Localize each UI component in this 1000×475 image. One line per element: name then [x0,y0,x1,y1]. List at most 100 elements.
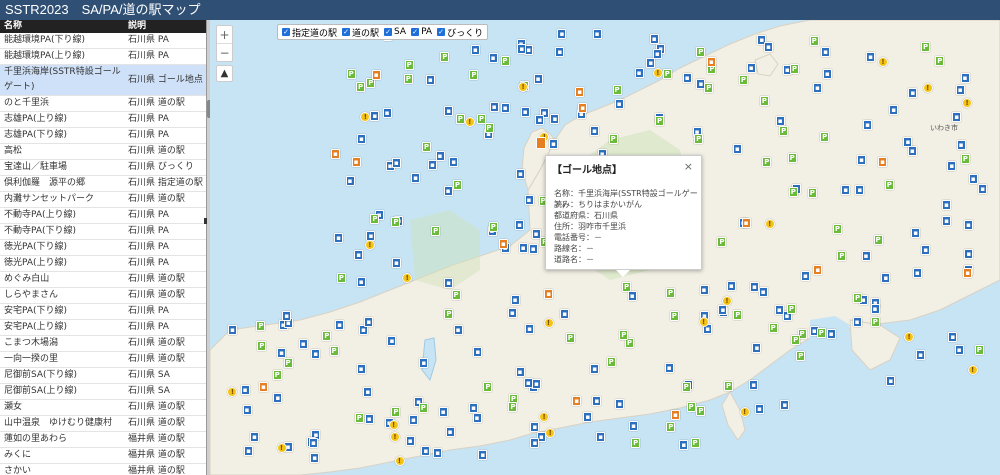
table-row[interactable]: 山中温泉 ゆけむり健康村 石川県 道の駅 [0,416,206,432]
michinoeki-marker-icon[interactable]: ▪ [592,396,602,407]
sa-pa-marker-icon[interactable]: P [619,329,629,340]
bikkuri-marker-icon[interactable]: ! [967,364,978,375]
sa-pa-marker-icon[interactable]: P [704,82,714,93]
michinoeki-marker-icon[interactable]: ▪ [746,63,756,74]
sa-pa-marker-icon[interactable]: P [336,273,346,284]
sa-pa-marker-icon[interactable]: P [322,330,332,341]
michinoeki-marker-icon[interactable]: ▪ [435,150,445,161]
shitei-marker-icon[interactable]: ▪ [258,382,268,393]
sa-pa-marker-icon[interactable]: P [791,334,801,345]
michinoeki-marker-icon[interactable]: ▪ [449,157,459,168]
michinoeki-marker-icon[interactable]: ▪ [391,158,401,169]
michinoeki-marker-icon[interactable]: ▪ [535,114,545,125]
sa-pa-marker-icon[interactable]: P [484,122,494,133]
michinoeki-marker-icon[interactable]: ▪ [364,414,374,425]
michinoeki-marker-icon[interactable]: ▪ [964,220,973,231]
goal-marker-icon[interactable] [536,137,546,149]
michinoeki-marker-icon[interactable]: ▪ [956,139,966,150]
sa-pa-marker-icon[interactable]: P [779,126,789,137]
michinoeki-marker-icon[interactable]: ▪ [520,106,530,117]
michinoeki-marker-icon[interactable]: ▪ [822,69,832,80]
sa-pa-marker-icon[interactable]: P [724,381,734,392]
michinoeki-marker-icon[interactable]: ▪ [912,268,922,279]
shitei-marker-icon[interactable]: ▪ [575,86,585,97]
sa-pa-marker-icon[interactable]: P [884,180,894,191]
zoom-out-button[interactable]: − [217,44,232,62]
michinoeki-marker-icon[interactable]: ▪ [370,111,380,122]
table-row[interactable]: 志雄PA(下り線) 石川県 PA [0,128,206,144]
shitei-marker-icon[interactable]: ▪ [544,288,554,299]
michinoeki-marker-icon[interactable]: ▪ [679,439,689,450]
michinoeki-marker-icon[interactable]: ▪ [425,75,435,85]
michinoeki-marker-icon[interactable]: ▪ [310,452,320,463]
michinoeki-marker-icon[interactable]: ▪ [282,311,292,322]
michinoeki-marker-icon[interactable]: ▪ [634,68,644,79]
michinoeki-marker-icon[interactable]: ▪ [345,175,355,186]
layer-toggle-bikkuri[interactable]: ✓ びっくり [437,26,483,39]
michinoeki-marker-icon[interactable]: ▪ [948,331,958,342]
column-header-name[interactable]: 名称 [0,20,124,33]
table-row[interactable]: 能越環境PA(下り線) 石川県 PA [0,33,206,49]
michinoeki-marker-icon[interactable]: ▪ [583,412,593,423]
michinoeki-marker-icon[interactable]: ▪ [530,422,540,433]
michinoeki-marker-icon[interactable]: ▪ [649,33,659,44]
michinoeki-marker-icon[interactable]: ▪ [444,106,454,117]
shitei-marker-icon[interactable]: ▪ [578,102,588,113]
sa-pa-marker-icon[interactable]: P [762,157,772,168]
michinoeki-marker-icon[interactable]: ▪ [524,195,534,206]
sa-pa-marker-icon[interactable]: P [655,115,665,126]
table-row[interactable]: こまつ木場潟 石川県 道の駅 [0,336,206,352]
michinoeki-marker-icon[interactable]: ▪ [244,445,254,456]
michinoeki-marker-icon[interactable]: ▪ [911,227,921,238]
michinoeki-marker-icon[interactable]: ▪ [750,281,759,292]
michinoeki-marker-icon[interactable]: ▪ [881,272,891,283]
table-row[interactable]: 尼御前SA(下り線) 石川県 SA [0,368,206,384]
shitei-marker-icon[interactable]: ▪ [878,156,888,167]
michinoeki-marker-icon[interactable]: ▪ [968,173,978,184]
bikkuri-marker-icon[interactable]: ! [877,56,888,67]
sa-pa-marker-icon[interactable]: P [451,289,461,300]
michinoeki-marker-icon[interactable]: ▪ [411,172,421,183]
michinoeki-marker-icon[interactable]: ▪ [518,242,528,253]
table-row[interactable]: 不動寺PA(上り線) 石川県 PA [0,208,206,224]
table-row[interactable]: 尼御前SA(上り線) 石川県 SA [0,384,206,400]
sa-pa-marker-icon[interactable]: P [816,327,826,338]
sa-pa-marker-icon[interactable]: P [853,292,863,303]
sa-pa-marker-icon[interactable]: P [820,132,830,143]
shitei-marker-icon[interactable]: ▪ [706,56,716,67]
checkbox-icon[interactable]: ✓ [342,28,351,36]
michinoeki-marker-icon[interactable]: ▪ [469,403,479,414]
michinoeki-marker-icon[interactable]: ▪ [309,437,319,448]
michinoeki-marker-icon[interactable]: ▪ [364,317,374,328]
michinoeki-marker-icon[interactable]: ▪ [363,386,373,397]
michinoeki-marker-icon[interactable]: ▪ [530,438,540,449]
michinoeki-marker-icon[interactable]: ▪ [273,393,283,404]
sa-pa-marker-icon[interactable]: P [921,42,931,53]
sa-pa-marker-icon[interactable]: P [283,357,293,368]
sa-pa-marker-icon[interactable]: P [612,85,622,96]
michinoeki-marker-icon[interactable]: ▪ [550,114,560,125]
sa-pa-marker-icon[interactable]: P [452,180,462,191]
michinoeki-marker-icon[interactable]: ▪ [516,168,526,179]
table-row[interactable]: 不動寺PA(下り線) 石川県 PA [0,224,206,240]
table-row[interactable]: 能越環境PA(上り線) 石川県 PA [0,49,206,65]
michinoeki-marker-icon[interactable]: ▪ [699,284,709,295]
table-row[interactable]: 徳光PA(下り線) 石川県 PA [0,240,206,256]
michinoeki-marker-icon[interactable]: ▪ [531,378,541,389]
sa-pa-marker-icon[interactable]: P [686,401,696,412]
shitei-marker-icon[interactable]: ▪ [351,157,361,168]
table-row[interactable]: 倶利伽羅 源平の郷 石川県 指定道の駅 [0,176,206,192]
sa-pa-marker-icon[interactable]: P [690,437,700,448]
michinoeki-marker-icon[interactable]: ▪ [908,87,918,98]
checkbox-icon[interactable]: ✓ [411,28,420,36]
layer-toggle-pa[interactable]: ✓ PA [411,27,432,37]
sa-pa-marker-icon[interactable]: P [488,222,498,233]
table-row[interactable]: 千里浜海岸(SSTR特設ゴールゲート) 石川県 ゴール地点 [0,65,206,96]
michinoeki-marker-icon[interactable]: ▪ [356,276,366,287]
michinoeki-marker-icon[interactable]: ▪ [916,349,926,360]
michinoeki-marker-icon[interactable]: ▪ [478,450,488,461]
michinoeki-marker-icon[interactable]: ▪ [528,244,538,255]
sa-pa-marker-icon[interactable]: P [431,225,441,236]
table-row[interactable]: 内灘サンセットパーク 石川県 道の駅 [0,192,206,208]
michinoeki-marker-icon[interactable]: ▪ [775,116,785,127]
